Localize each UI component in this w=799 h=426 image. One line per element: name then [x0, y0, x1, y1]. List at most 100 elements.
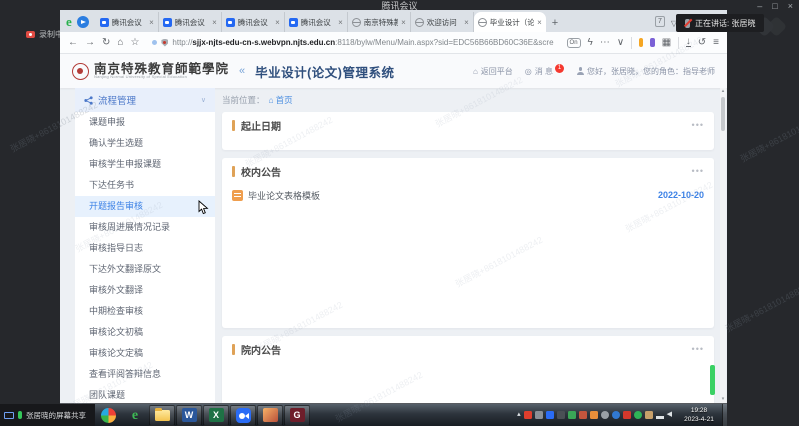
sidebar-item-first-draft[interactable]: 审核论文初稿	[75, 322, 215, 343]
tab-close-icon[interactable]: ×	[401, 18, 406, 27]
browser-tab[interactable]: 腾讯会议 ×	[96, 12, 159, 32]
sidebar-item-foreign-original[interactable]: 下达外文翻译原文	[75, 259, 215, 280]
return-platform-link[interactable]: ⌂ 返回平台	[473, 66, 513, 77]
password-key-icon[interactable]: On	[567, 38, 581, 48]
breadcrumb-home-link[interactable]: ⌂ 首页	[269, 94, 293, 106]
tray-green-icon[interactable]	[634, 411, 642, 419]
sidebar-section-process[interactable]: 流程管理 ∨	[75, 88, 215, 112]
sidebar-item-topic-declare[interactable]: 课题申报	[75, 112, 215, 133]
back-icon[interactable]: ←	[68, 37, 78, 48]
taskbar-app-browser[interactable]: e	[122, 405, 148, 426]
tab-close-icon[interactable]: ×	[149, 18, 154, 27]
taskbar-app-excel[interactable]: X	[203, 405, 229, 426]
university-emblem-icon	[72, 63, 89, 80]
tray-red5-icon[interactable]	[623, 411, 631, 419]
new-tab-button[interactable]: +	[552, 17, 558, 29]
sync-icon[interactable]: ↺	[698, 37, 706, 48]
download-icon[interactable]: ↓	[686, 38, 691, 47]
notice-item[interactable]: 毕业论文表格模板 2022-10-20	[222, 184, 714, 206]
card-more-icon[interactable]: •••	[692, 344, 704, 354]
sidebar-item-team-topic[interactable]: 团队课题	[75, 385, 215, 403]
recording-icon	[26, 31, 35, 38]
menu-icon[interactable]: ≡	[713, 37, 719, 48]
url-text[interactable]: http://sjjx-njts-edu-cn-s.webvpn.njts.ed…	[172, 38, 553, 47]
tray-briefcase-icon[interactable]	[645, 411, 653, 419]
browser-tab[interactable]: 腾讯会议 ×	[222, 12, 285, 32]
taskbar-app-explorer[interactable]	[149, 405, 175, 426]
tray-fox-icon[interactable]	[590, 411, 598, 419]
sidebar-item-task-book[interactable]: 下达任务书	[75, 175, 215, 196]
security-shield-icon	[161, 39, 168, 47]
card-more-icon[interactable]: •••	[692, 166, 704, 176]
taskbar-app-photos[interactable]	[257, 405, 283, 426]
browser-tab-active[interactable]: 毕业设计（论 ×	[474, 12, 546, 32]
forward-icon[interactable]: →	[85, 37, 95, 48]
tray-expand-icon[interactable]: ▴	[517, 411, 521, 419]
sidebar-item-confirm-topic[interactable]: 确认学生选题	[75, 133, 215, 154]
browser-tab[interactable]: 欢迎访问 ×	[411, 12, 474, 32]
extension-orange-icon[interactable]	[639, 38, 644, 47]
dropdown-icon[interactable]: ∨	[617, 37, 624, 48]
tray-meeting-icon[interactable]	[546, 411, 554, 419]
loading-dot-icon	[152, 40, 157, 45]
tray-clock[interactable]: 19:28 2023-4-21	[676, 406, 722, 425]
browser-profile-icon[interactable]	[77, 16, 89, 28]
restore-button[interactable]: □	[772, 1, 777, 12]
bolt-icon[interactable]: ϟ	[588, 37, 593, 48]
refresh-icon[interactable]: ↻	[102, 37, 110, 48]
tray-bluetooth-icon[interactable]	[612, 411, 620, 419]
scrollbar-thumb[interactable]	[721, 97, 725, 131]
more-icon[interactable]: ⋯	[600, 37, 610, 48]
tab-label: 腾讯会议	[301, 17, 335, 28]
minimize-button[interactable]: –	[757, 1, 762, 12]
card-more-icon[interactable]: •••	[692, 120, 704, 130]
notice-title[interactable]: 毕业论文表格模板	[248, 189, 320, 202]
page-scrollbar[interactable]: ▴ ▾	[720, 88, 726, 403]
home-icon[interactable]: ⌂	[117, 37, 123, 48]
tab-close-icon[interactable]: ×	[537, 18, 542, 27]
taskbar-app-g[interactable]: G	[284, 405, 310, 426]
sidebar-item-midterm-check[interactable]: 中期检查审核	[75, 301, 215, 322]
url-field[interactable]: http://sjjx-njts-edu-cn-s.webvpn.njts.ed…	[146, 35, 559, 51]
messages-link[interactable]: ◎ 消 息 1	[525, 66, 564, 77]
tab-close-icon[interactable]: ×	[212, 18, 217, 27]
tab-close-icon[interactable]: ×	[275, 18, 280, 27]
taskbar-app-word[interactable]: W	[176, 405, 202, 426]
meeting-favicon	[226, 18, 235, 27]
tray-volume-icon[interactable]: ◀	[667, 411, 672, 419]
collapse-sidebar-icon[interactable]: «	[239, 65, 245, 77]
tray-dark-icon[interactable]	[557, 411, 565, 419]
browser-tab[interactable]: 南京特殊教... ×	[348, 12, 411, 32]
sidebar-item-guidance-log[interactable]: 审核指导日志	[75, 238, 215, 259]
apps-grid-icon[interactable]: ▦	[662, 37, 671, 48]
scroll-up-icon[interactable]: ▴	[720, 88, 726, 95]
tab-label: 腾讯会议	[112, 17, 146, 28]
taskbar-app-360safety[interactable]	[95, 405, 121, 426]
browser-tab[interactable]: 腾讯会议 ×	[285, 12, 348, 32]
sidebar-item-foreign-translation[interactable]: 审核外文翻译	[75, 280, 215, 301]
session-restore-icon[interactable]: 7	[655, 16, 665, 27]
tray-network-icon[interactable]	[656, 411, 664, 419]
tray-shield-icon[interactable]	[568, 411, 576, 419]
tab-close-icon[interactable]: ×	[338, 18, 343, 27]
sidebar-item-proposal-review[interactable]: 开题报告审核	[75, 196, 215, 217]
tray-input-icon[interactable]	[535, 411, 543, 419]
tray-browser-icon[interactable]	[579, 411, 587, 419]
sidebar-item-weekly-progress[interactable]: 审核周进展情况记录	[75, 217, 215, 238]
tray-dot-icon[interactable]	[601, 411, 609, 419]
tray-360-icon[interactable]	[524, 411, 532, 419]
screen-share-bar: 张居晓的屏幕共享	[0, 404, 95, 426]
sidebar-item-final-draft[interactable]: 审核论文定稿	[75, 343, 215, 364]
scroll-down-icon[interactable]: ▾	[720, 396, 726, 403]
browser-tab[interactable]: 腾讯会议 ×	[159, 12, 222, 32]
favorites-icon[interactable]: ☆	[130, 37, 139, 48]
close-button[interactable]: ×	[788, 1, 793, 12]
tab-label: 腾讯会议	[238, 17, 272, 28]
browser-logo-icon[interactable]: e	[66, 12, 72, 32]
taskbar-app-meeting[interactable]	[230, 405, 256, 426]
show-desktop-button[interactable]	[722, 404, 727, 426]
tab-close-icon[interactable]: ×	[464, 18, 469, 27]
extension-purple-icon[interactable]	[650, 38, 655, 47]
sidebar-item-review-student-topic[interactable]: 审核学生申报课题	[75, 154, 215, 175]
sidebar-item-defense-info[interactable]: 查看评阅答辩信息	[75, 364, 215, 385]
